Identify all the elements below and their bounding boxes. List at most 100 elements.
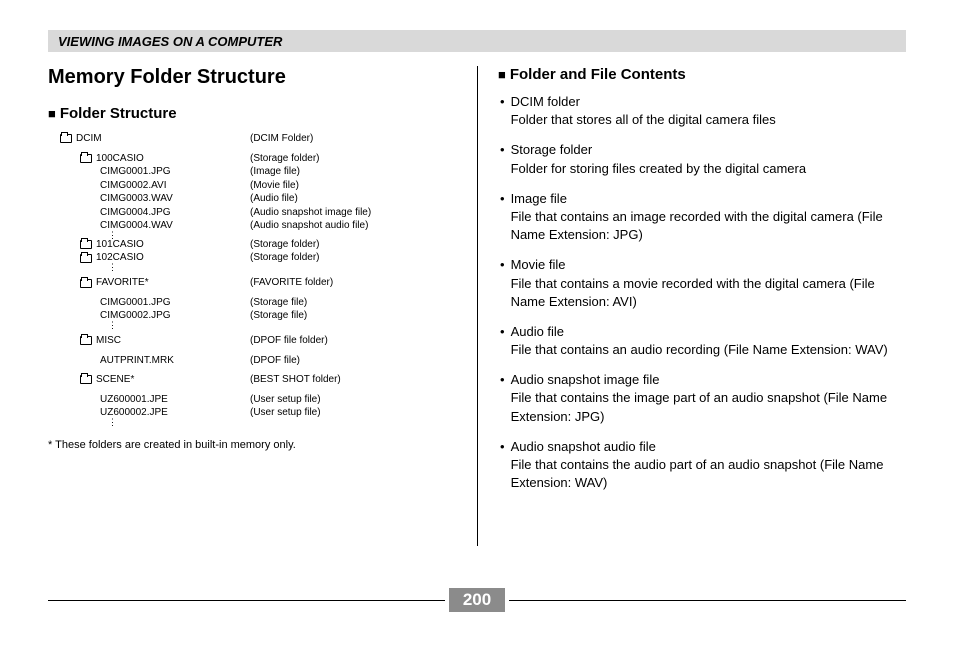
- list-item: • Audio fileFile that contains an audio r…: [498, 323, 906, 359]
- tree-row: CIMG0001.JPG (Image file): [60, 165, 457, 179]
- square-marker-icon: ■: [498, 67, 506, 82]
- tree-node-desc: (Movie file): [250, 179, 299, 193]
- tree-row: FAVORITE* (FAVORITE folder): [60, 276, 457, 290]
- folder-icon: [80, 336, 92, 345]
- list-item-term: Movie file: [511, 256, 906, 274]
- footer-rule-right: [509, 600, 906, 601]
- tree-node-name: CIMG0001.JPG: [100, 296, 171, 310]
- list-item-term: Image file: [511, 190, 906, 208]
- bullet-icon: •: [500, 141, 505, 177]
- tree-node-name: CIMG0003.WAV: [100, 192, 173, 206]
- square-marker-icon: ■: [48, 106, 56, 121]
- list-item: • Storage folderFolder for storing files …: [498, 141, 906, 177]
- tree-node-desc: (Storage file): [250, 309, 307, 323]
- tree-node-name: CIMG0004.JPG: [100, 206, 171, 220]
- bullet-icon: •: [500, 371, 505, 426]
- list-item: • Audio snapshot audio fileFile that cont…: [498, 438, 906, 493]
- tree-node-name: SCENE*: [96, 373, 134, 387]
- folder-icon: [80, 254, 92, 263]
- folder-icon: [80, 375, 92, 384]
- tree-node-name: UZ600001.JPE: [100, 393, 168, 407]
- bullet-icon: •: [500, 323, 505, 359]
- tree-node-name: CIMG0002.AVI: [100, 179, 167, 193]
- content-columns: Memory Folder Structure ■Folder Structur…: [48, 66, 906, 546]
- tree-node-name: 101CASIO: [96, 238, 144, 252]
- section-header: VIEWING IMAGES ON A COMPUTER: [48, 30, 906, 52]
- list-item: • Image fileFile that contains an image r…: [498, 190, 906, 245]
- folder-icon: [60, 134, 72, 143]
- folder-icon: [80, 240, 92, 249]
- list-item-desc: Folder for storing files created by the …: [511, 160, 906, 178]
- list-item: • DCIM folderFolder that stores all of th…: [498, 93, 906, 129]
- tree-row: CIMG0004.WAV(Audio snapshot audio file): [60, 219, 457, 233]
- tree-node-desc: (Storage folder): [250, 251, 319, 265]
- list-item-desc: File that contains a movie recorded with…: [511, 275, 906, 311]
- page-number-badge: 200: [449, 588, 505, 612]
- tree-node-desc: (FAVORITE folder): [250, 276, 333, 290]
- tree-row: CIMG0002.JPG(Storage file): [60, 309, 457, 323]
- tree-row: 100CASIO (Storage folder): [60, 152, 457, 166]
- tree-node-desc: (Audio file): [250, 192, 298, 206]
- list-item-desc: File that contains an audio recording (F…: [511, 341, 906, 359]
- footnote: * These folders are created in built-in …: [48, 439, 457, 451]
- tree-node-name: MISC: [96, 334, 121, 348]
- tree-node-desc: (Storage folder): [250, 152, 319, 166]
- subhead-folder-contents: ■Folder and File Contents: [498, 66, 906, 83]
- list-item-desc: File that contains the audio part of an …: [511, 456, 906, 492]
- tree-row: CIMG0004.JPG (Audio snapshot image file): [60, 206, 457, 220]
- tree-row: DCIM(DCIM Folder): [60, 132, 457, 146]
- tree-node-desc: (DCIM Folder): [250, 132, 313, 146]
- list-item-desc: File that contains the image part of an …: [511, 389, 906, 425]
- folder-icon: [80, 279, 92, 288]
- folder-tree: DCIM(DCIM Folder) 100CASIO (Storage folder…: [48, 132, 457, 425]
- bullet-icon: •: [500, 256, 505, 311]
- page-footer: 200: [48, 588, 906, 612]
- tree-node-name: CIMG0001.JPG: [100, 165, 171, 179]
- tree-row: AUTPRINT.MRK (DPOF file): [60, 354, 457, 368]
- tree-node-desc: (DPOF file folder): [250, 334, 328, 348]
- tree-node-desc: (Audio snapshot image file): [250, 206, 371, 220]
- list-item-term: Storage folder: [511, 141, 906, 159]
- tree-node-desc: (User setup file): [250, 406, 321, 420]
- bullet-icon: •: [500, 438, 505, 493]
- tree-node-desc: (Audio snapshot audio file): [250, 219, 368, 233]
- list-item-term: DCIM folder: [511, 93, 906, 111]
- list-item-term: Audio file: [511, 323, 906, 341]
- tree-node-desc: (DPOF file): [250, 354, 300, 368]
- tree-row: MISC (DPOF file folder): [60, 334, 457, 348]
- list-item: • Audio snapshot image fileFile that cont…: [498, 371, 906, 426]
- list-item-desc: File that contains an image recorded wit…: [511, 208, 906, 244]
- folder-icon: [80, 154, 92, 163]
- left-column: Memory Folder Structure ■Folder Structur…: [48, 66, 477, 546]
- list-item-desc: Folder that stores all of the digital ca…: [511, 111, 906, 129]
- list-item-term: Audio snapshot audio file: [511, 438, 906, 456]
- tree-node-desc: (Storage folder): [250, 238, 319, 252]
- tree-row: CIMG0002.AVI (Movie file): [60, 179, 457, 193]
- list-item: • Movie fileFile that contains a movie re…: [498, 256, 906, 311]
- tree-node-desc: (User setup file): [250, 393, 321, 407]
- tree-node-desc: (Image file): [250, 165, 300, 179]
- subhead-folder-structure: ■Folder Structure: [48, 105, 457, 122]
- section-header-text: VIEWING IMAGES ON A COMPUTER: [58, 34, 282, 49]
- contents-list: • DCIM folderFolder that stores all of th…: [498, 93, 906, 492]
- vertical-ellipsis-icon: ⋮: [60, 420, 457, 425]
- tree-row: CIMG0003.WAV (Audio file): [60, 192, 457, 206]
- tree-node-desc: (Storage file): [250, 296, 307, 310]
- tree-row: SCENE* (BEST SHOT folder): [60, 373, 457, 387]
- tree-row: 102CASIO (Storage folder): [60, 251, 457, 265]
- tree-node-name: 102CASIO: [96, 251, 144, 265]
- tree-node-name: FAVORITE*: [96, 276, 149, 290]
- tree-row: UZ600001.JPE (User setup file): [60, 393, 457, 407]
- tree-row: UZ600002.JPE(User setup file): [60, 406, 457, 420]
- page-title: Memory Folder Structure: [48, 66, 457, 89]
- bullet-icon: •: [500, 93, 505, 129]
- tree-node-name: 100CASIO: [96, 152, 144, 166]
- tree-node-name: AUTPRINT.MRK: [100, 354, 174, 368]
- list-item-term: Audio snapshot image file: [511, 371, 906, 389]
- bullet-icon: •: [500, 190, 505, 245]
- tree-row: 101CASIO (Storage folder): [60, 238, 457, 252]
- tree-row: CIMG0001.JPG (Storage file): [60, 296, 457, 310]
- footer-rule-left: [48, 600, 445, 601]
- right-column: ■Folder and File Contents •DCIM folderFo…: [477, 66, 906, 546]
- tree-node-desc: (BEST SHOT folder): [250, 373, 341, 387]
